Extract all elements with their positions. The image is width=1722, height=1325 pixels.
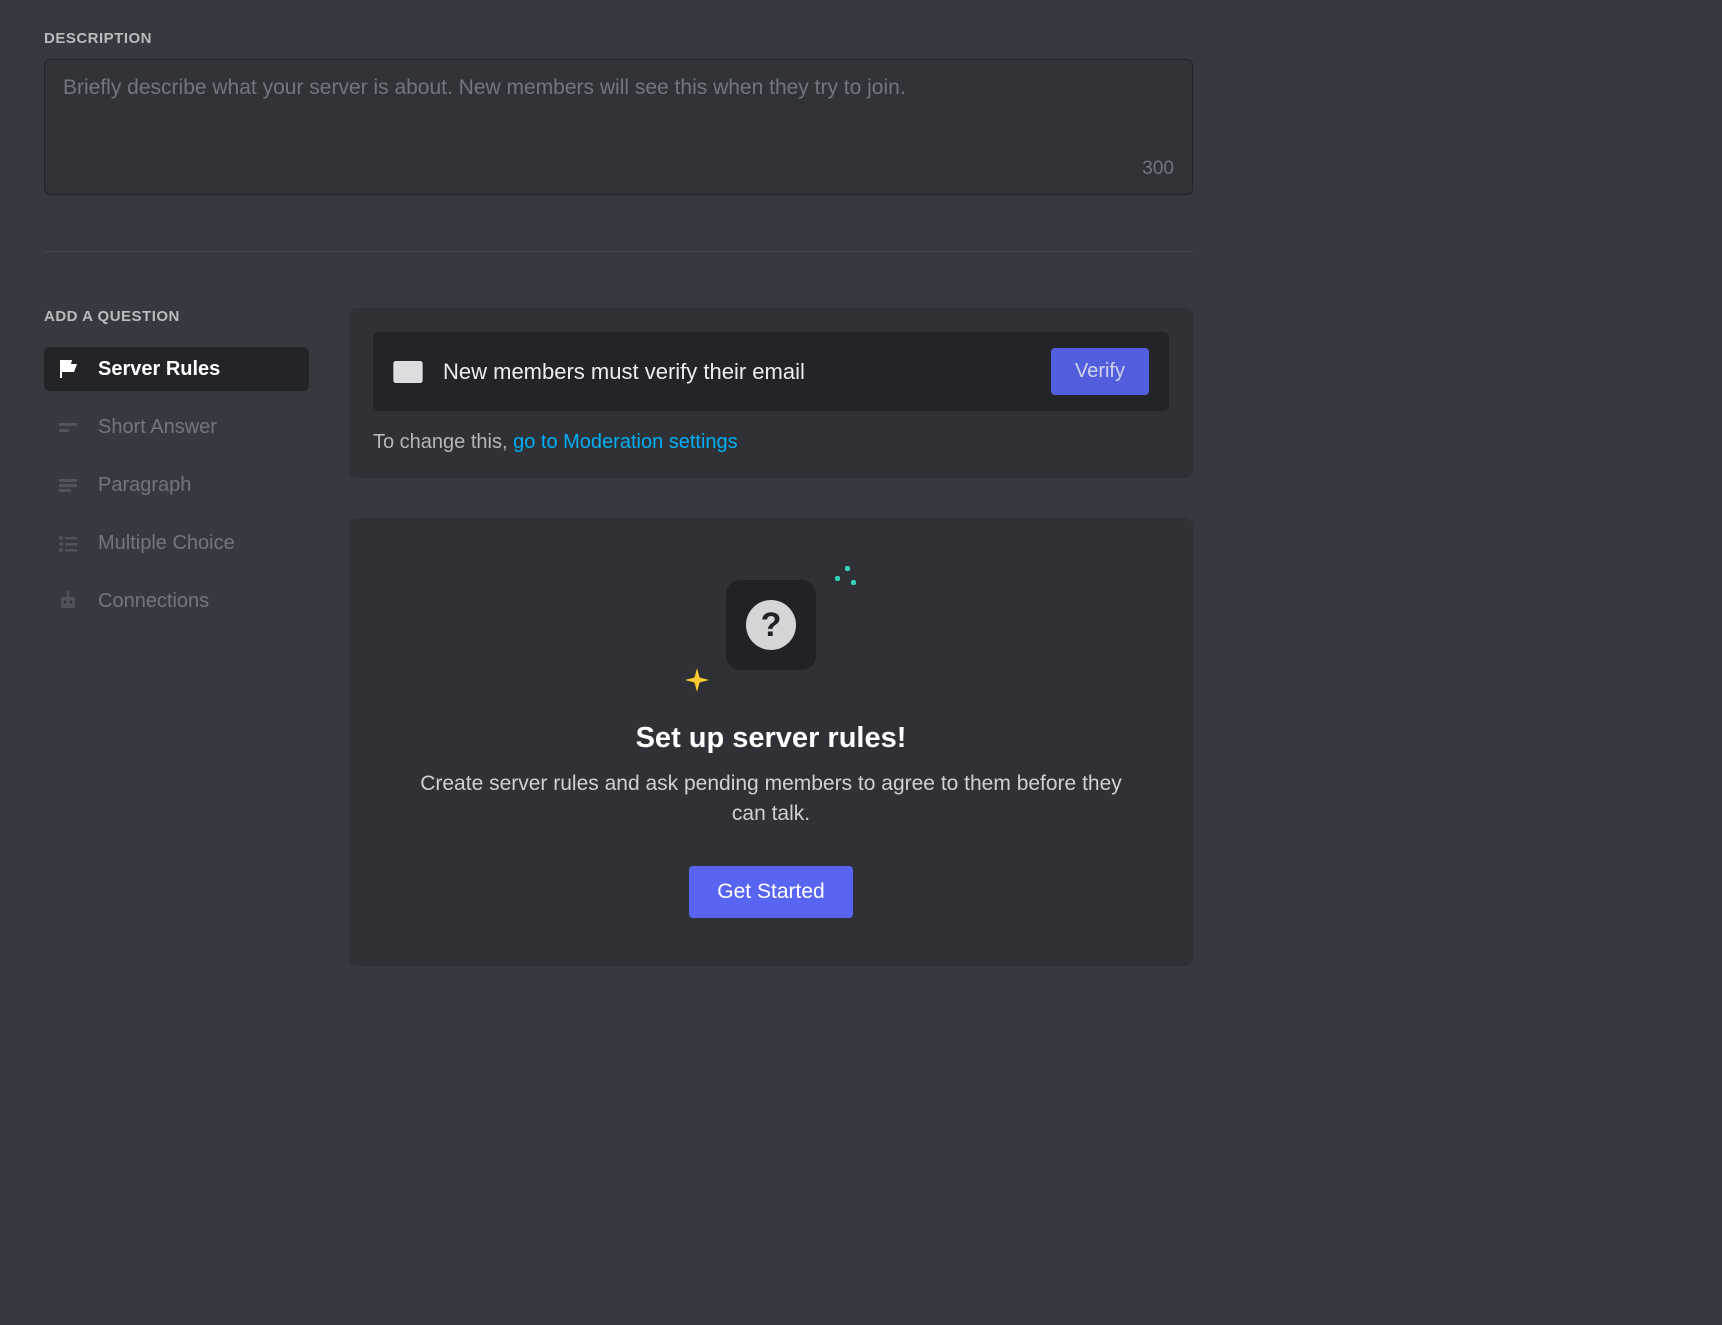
description-box: 300 [44, 59, 1193, 195]
add-question-label: Add a Question [44, 308, 309, 325]
question-type-multiple-choice[interactable]: Multiple Choice [44, 521, 309, 565]
setup-illustration: ? [681, 562, 861, 702]
description-input[interactable] [63, 76, 1174, 166]
moderation-hint: To change this, go to Moderation setting… [373, 431, 1169, 454]
moderation-hint-prefix: To change this, [373, 431, 513, 453]
question-type-connections[interactable]: Connections [44, 579, 309, 623]
setup-description: Create server rules and ask pending memb… [411, 769, 1131, 830]
paragraph-icon [56, 473, 80, 497]
verification-panel: New members must verify their email Veri… [349, 308, 1193, 478]
question-type-label: Connections [98, 590, 209, 613]
question-type-label: Short Answer [98, 416, 217, 439]
robot-icon [56, 589, 80, 613]
question-type-label: Paragraph [98, 474, 191, 497]
question-tile-icon: ? [726, 580, 816, 670]
description-char-counter: 300 [1142, 158, 1174, 180]
short-text-icon [56, 415, 80, 439]
server-rules-setup-panel: ? Set up server rules! Create server rul… [349, 518, 1193, 966]
question-type-paragraph[interactable]: Paragraph [44, 463, 309, 507]
section-divider [44, 251, 1193, 252]
verify-button[interactable]: Verify [1051, 348, 1149, 395]
question-mark-icon: ? [746, 600, 796, 650]
question-type-server-rules[interactable]: Server Rules [44, 347, 309, 391]
flag-icon [56, 357, 80, 381]
mail-icon [393, 361, 423, 383]
verification-message: New members must verify their email [443, 359, 1031, 385]
description-label: Description [44, 30, 1193, 47]
get-started-button[interactable]: Get Started [689, 866, 852, 918]
sparkle-yellow-icon [685, 668, 709, 692]
sparkle-teal-icon [835, 566, 855, 586]
moderation-settings-link[interactable]: go to Moderation settings [513, 431, 738, 453]
question-type-list: Server Rules Short Answer Paragraph Mult… [44, 347, 309, 623]
question-type-short-answer[interactable]: Short Answer [44, 405, 309, 449]
question-type-label: Server Rules [98, 358, 220, 381]
verification-row: New members must verify their email Veri… [373, 332, 1169, 411]
question-type-label: Multiple Choice [98, 532, 235, 555]
setup-title: Set up server rules! [373, 722, 1169, 755]
list-icon [56, 531, 80, 555]
